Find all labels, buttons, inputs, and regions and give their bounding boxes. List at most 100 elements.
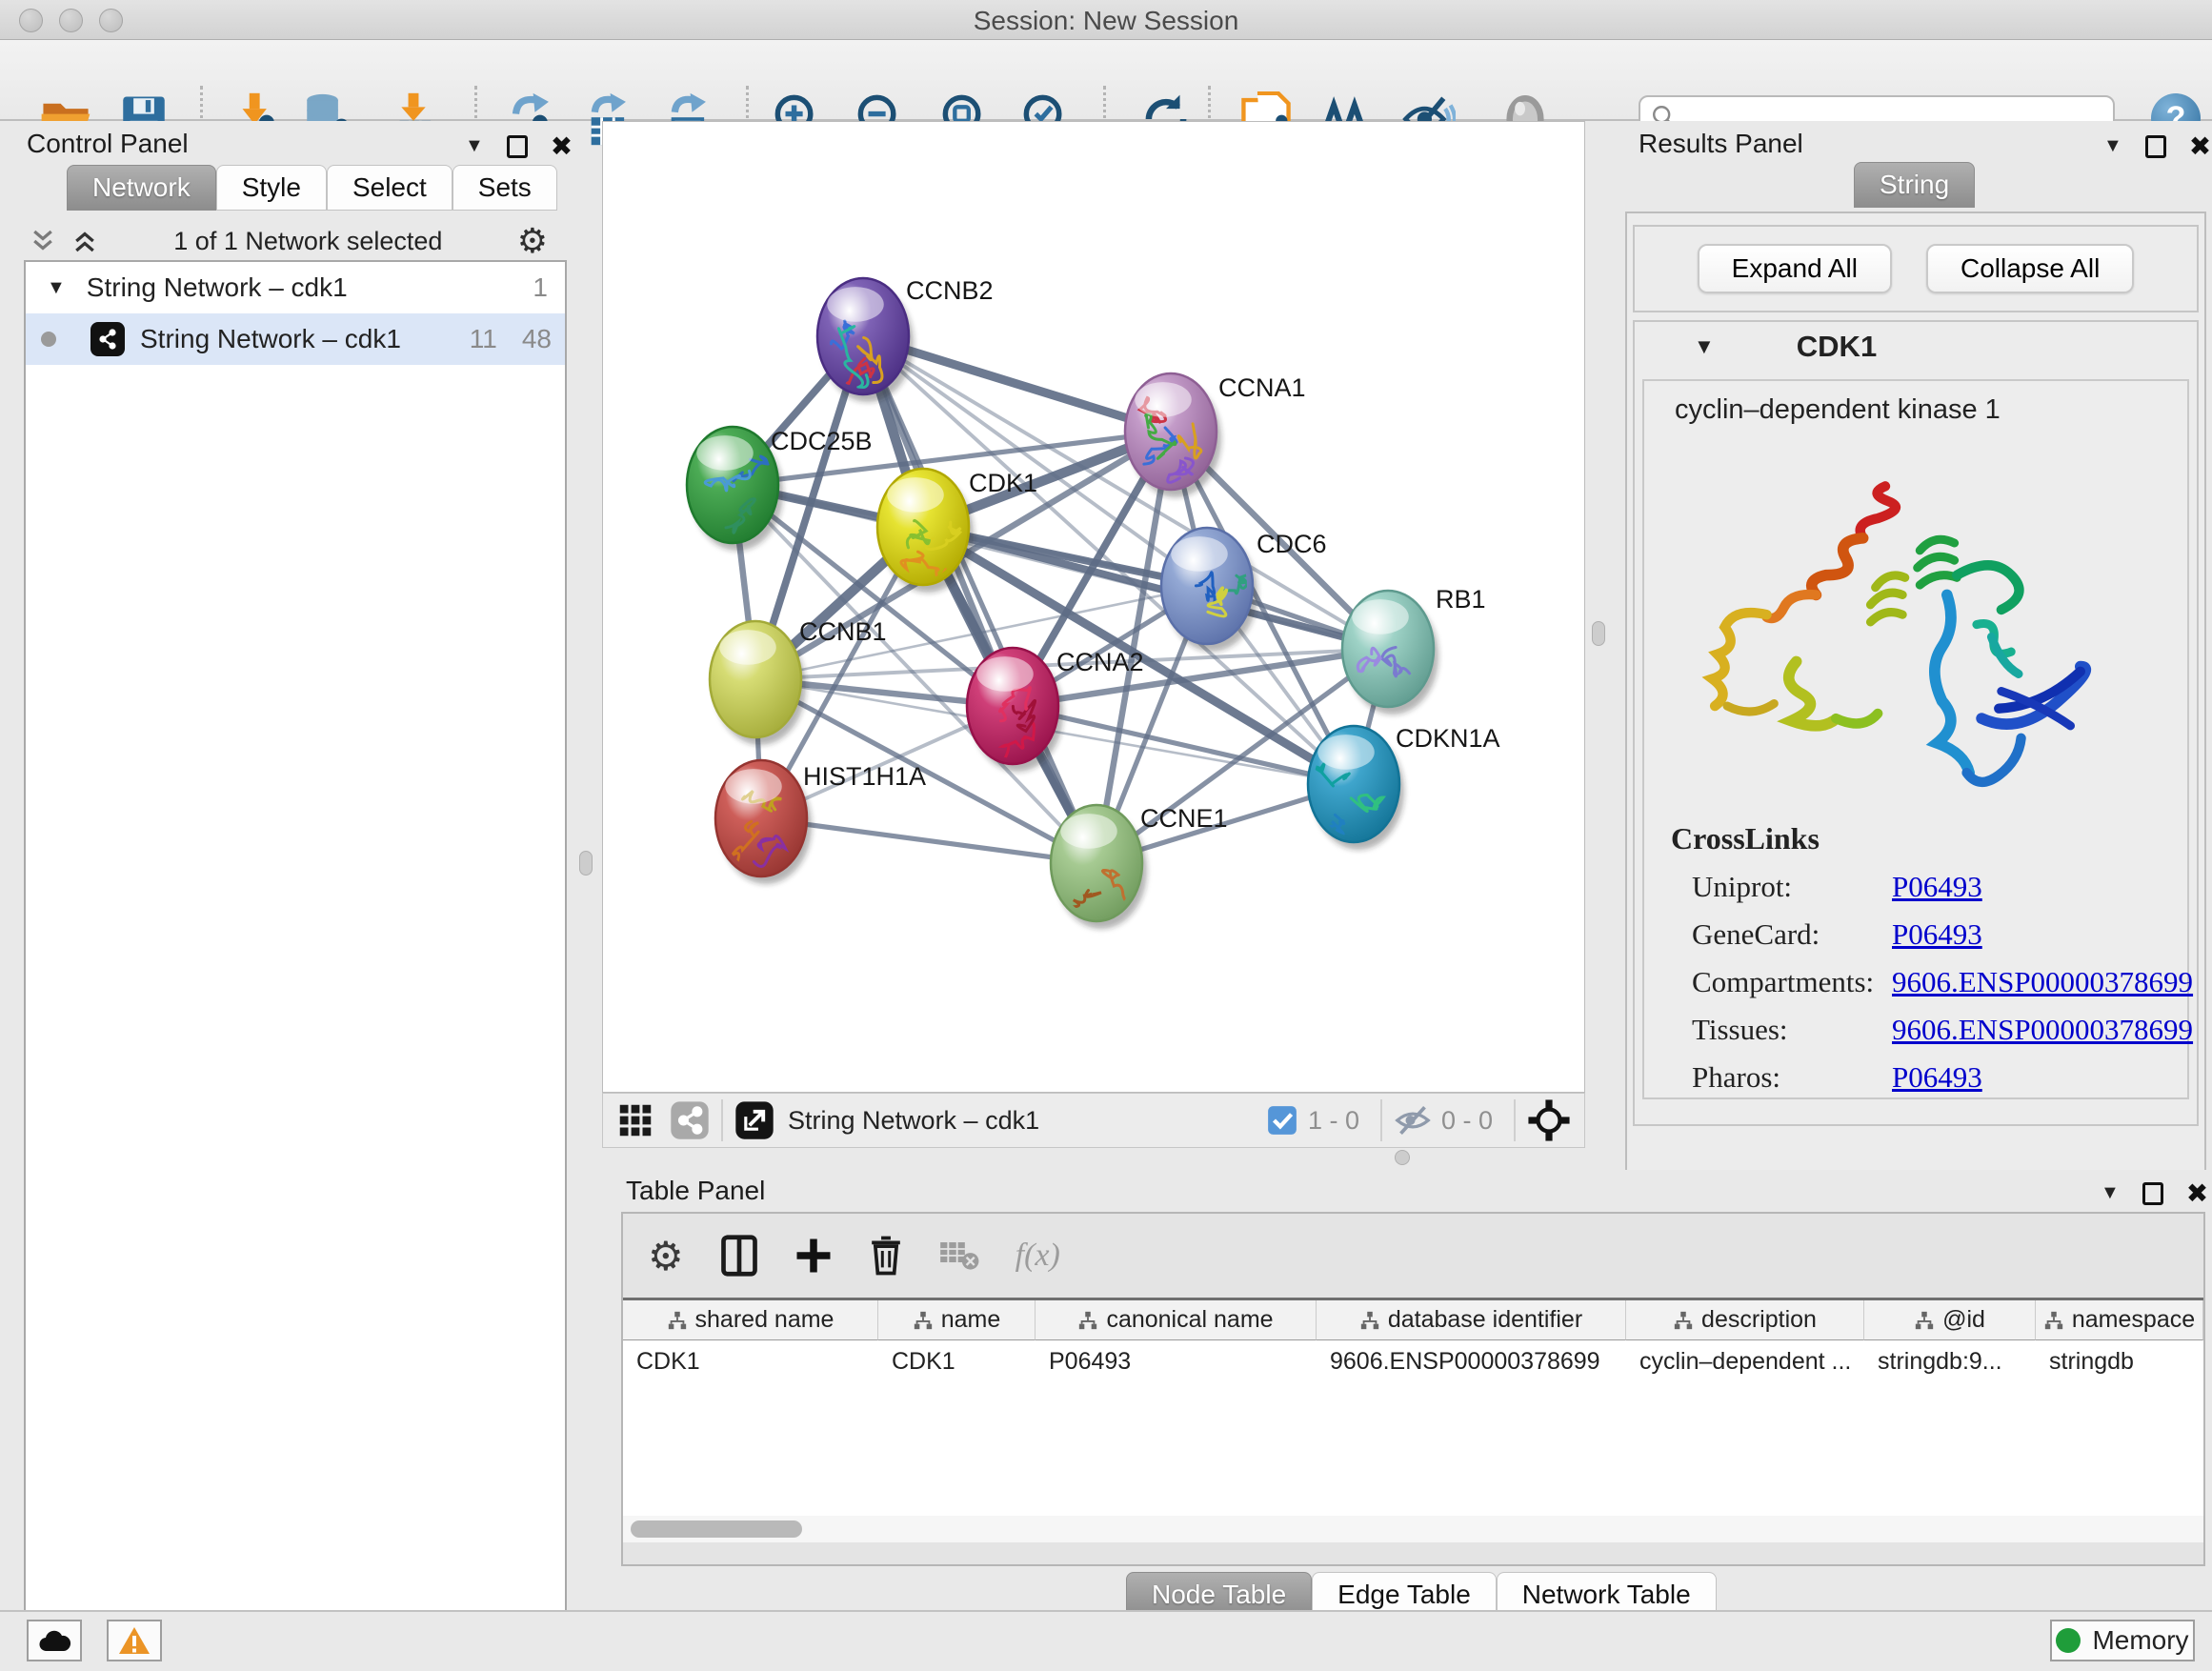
crosslink-label: Uniprot:: [1692, 870, 1892, 904]
table-panel: Table Panel ▼ ✖ ⚙ f(x) shared name name …: [614, 1170, 2212, 1610]
hidden-eye-icon[interactable]: [1394, 1101, 1432, 1139]
delete-column-icon[interactable]: [869, 1236, 903, 1276]
svg-text:CCNA1: CCNA1: [1218, 373, 1306, 402]
column-header[interactable]: canonical name: [1036, 1300, 1317, 1340]
tab-style[interactable]: Style: [216, 165, 327, 211]
cell-namespace[interactable]: stringdb: [2036, 1340, 2203, 1382]
cell-id[interactable]: stringdb:9...: [1864, 1340, 2036, 1382]
function-builder-icon: f(x): [1016, 1238, 1060, 1274]
crosslink-label: Compartments:: [1692, 965, 1892, 999]
svg-text:CDC6: CDC6: [1257, 530, 1327, 558]
tab-string-results[interactable]: String: [1854, 162, 1975, 208]
network-node-CCNB1[interactable]: [710, 621, 806, 745]
selected-counts: 1 - 0: [1308, 1106, 1359, 1136]
protein-name: CDK1: [1797, 330, 1877, 364]
protein-details: cyclin–dependent kinase 1: [1642, 379, 2189, 1099]
table-box: ⚙ f(x) shared name name canonical name d…: [621, 1212, 2205, 1566]
column-header[interactable]: description: [1626, 1300, 1864, 1340]
toolbar-separator: [1514, 1099, 1516, 1141]
column-header[interactable]: database identifier: [1317, 1300, 1626, 1340]
warnings-button[interactable]: [107, 1620, 162, 1661]
network-node-CCNE1[interactable]: [1051, 805, 1147, 929]
window-title: Session: New Session: [0, 6, 2212, 36]
cell-name[interactable]: CDK1: [878, 1340, 1036, 1382]
control-panel-float-icon[interactable]: [507, 135, 528, 158]
show-columns-icon[interactable]: [720, 1235, 758, 1277]
cell-database-identifier[interactable]: 9606.ENSP00000378699: [1317, 1340, 1626, 1382]
table-panel-float-icon[interactable]: [2142, 1182, 2163, 1205]
hidden-counts: 0 - 0: [1441, 1106, 1493, 1136]
network-name: String Network – cdk1: [140, 324, 401, 354]
collapse-all-button[interactable]: Collapse All: [1926, 244, 2134, 293]
cloud-status-button[interactable]: [27, 1620, 82, 1661]
crosslink-compartments-link[interactable]: 9606.ENSP00000378699: [1892, 965, 2193, 999]
crosslink-genecard-link[interactable]: P06493: [1892, 917, 1982, 952]
birdseye-view-icon[interactable]: [1527, 1098, 1571, 1142]
column-header[interactable]: name: [878, 1300, 1036, 1340]
string-network-icon: [90, 322, 125, 356]
memory-button[interactable]: Memory: [2050, 1620, 2195, 1661]
table-options-gear-icon[interactable]: ⚙: [648, 1233, 684, 1279]
string-view-icon[interactable]: [670, 1100, 710, 1140]
network-view[interactable]: CCNB2CCNA1CDC25BCDK1CDC6RB1CCNB1CCNA2CDK…: [603, 122, 1584, 1092]
cell-shared-name[interactable]: CDK1: [623, 1340, 878, 1382]
collapse-all-networks-icon[interactable]: [29, 227, 57, 255]
column-header[interactable]: shared name: [623, 1300, 878, 1340]
column-header[interactable]: @id: [1864, 1300, 2036, 1340]
results-panel-collapse-icon[interactable]: ▼: [2103, 135, 2122, 157]
network-node-CDC6[interactable]: [1161, 528, 1257, 652]
table-horizontal-scrollbar[interactable]: [623, 1516, 2203, 1542]
network-node-RB1[interactable]: [1342, 591, 1438, 715]
network-node-CCNB2[interactable]: [817, 278, 914, 402]
crosslink-uniprot-link[interactable]: P06493: [1892, 870, 1982, 904]
network-node-HIST1H1A[interactable]: [715, 760, 812, 884]
network-collection-row[interactable]: ▼ String Network – cdk1 1: [26, 262, 565, 313]
crosslink-tissues-link[interactable]: 9606.ENSP00000378699: [1892, 1013, 2193, 1047]
tab-select[interactable]: Select: [327, 165, 452, 211]
application-window: Session: New Session: [0, 0, 2212, 1671]
protein-accordion-header[interactable]: ▼ CDK1: [1635, 322, 2197, 372]
network-node-count: 11: [470, 324, 497, 354]
protein-caret-icon[interactable]: ▼: [1694, 334, 1715, 359]
network-node-CDKN1A[interactable]: [1308, 726, 1404, 850]
network-current-dot-icon: [41, 332, 56, 347]
open-in-new-window-icon[interactable]: [734, 1100, 774, 1140]
table-panel-collapse-icon[interactable]: ▼: [2101, 1182, 2120, 1204]
table-row[interactable]: CDK1 CDK1 P06493 9606.ENSP00000378699 cy…: [623, 1340, 2203, 1382]
network-view-toolbar: String Network – cdk1 1 - 0 0 - 0: [602, 1093, 1585, 1148]
title-bar: Session: New Session: [0, 0, 2212, 40]
right-splitter-handle[interactable]: [1592, 621, 1605, 646]
results-panel-close-icon[interactable]: ✖: [2189, 131, 2211, 162]
results-panel-float-icon[interactable]: [2145, 135, 2166, 158]
tab-sets[interactable]: Sets: [452, 165, 557, 211]
cloud-icon: [37, 1628, 71, 1653]
selected-checkbox-icon[interactable]: [1266, 1104, 1298, 1137]
left-splitter-handle[interactable]: [579, 851, 593, 876]
protein-structure-image: [1690, 476, 2147, 810]
expand-all-networks-icon[interactable]: [70, 227, 99, 255]
protein-description: cyclin–dependent kinase 1: [1675, 394, 2187, 426]
tab-network[interactable]: Network: [67, 165, 216, 211]
node-table: shared name name canonical name database…: [623, 1298, 2203, 1382]
expand-all-button[interactable]: Expand All: [1698, 244, 1892, 293]
collection-caret-icon[interactable]: ▼: [47, 277, 66, 299]
cell-description[interactable]: cyclin–dependent ...: [1626, 1340, 1864, 1382]
svg-text:CDKN1A: CDKN1A: [1396, 724, 1500, 753]
network-node-CDK1[interactable]: [877, 469, 974, 593]
network-row[interactable]: String Network – cdk1 11 48: [26, 313, 565, 365]
crosslink-pharos-link[interactable]: P06493: [1892, 1060, 1982, 1095]
memory-label: Memory: [2092, 1625, 2188, 1656]
network-options-gear-icon[interactable]: ⚙: [517, 221, 548, 261]
scrollbar-thumb[interactable]: [631, 1520, 802, 1538]
column-header[interactable]: namespace: [2036, 1300, 2203, 1340]
control-panel-close-icon[interactable]: ✖: [551, 131, 573, 162]
table-panel-close-icon[interactable]: ✖: [2186, 1178, 2208, 1209]
status-bar: Memory: [0, 1610, 2212, 1671]
grid-view-icon[interactable]: [616, 1101, 654, 1139]
attribute-icon: [1077, 1310, 1098, 1331]
network-canvas[interactable]: CCNB2CCNA1CDC25BCDK1CDC6RB1CCNB1CCNA2CDK…: [602, 121, 1585, 1093]
control-panel-collapse-icon[interactable]: ▼: [465, 135, 484, 157]
bottom-splitter-handle[interactable]: [1395, 1150, 1410, 1165]
add-column-icon[interactable]: [794, 1237, 833, 1275]
cell-canonical-name[interactable]: P06493: [1036, 1340, 1317, 1382]
